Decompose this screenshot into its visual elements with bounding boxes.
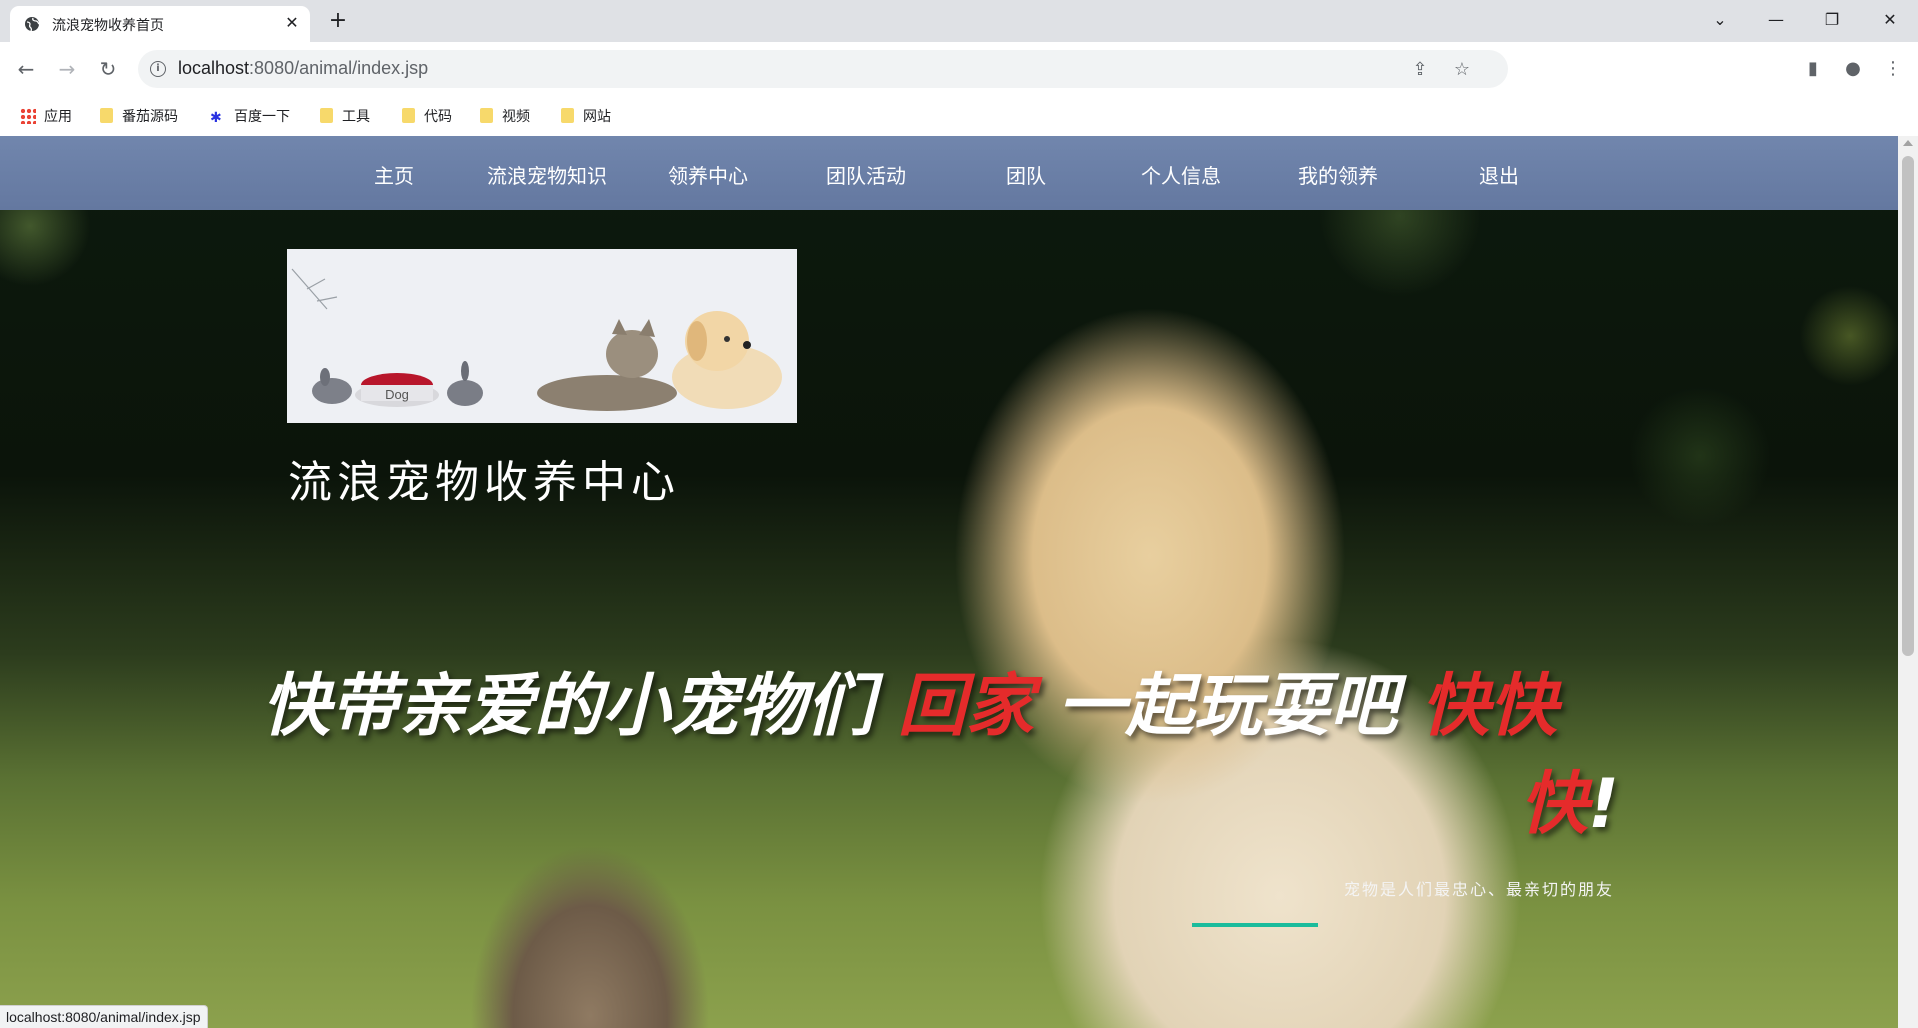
hero-subline: 宠物是人们最忠心、最亲切的朋友 [1344,880,1615,899]
side-panel-icon[interactable]: ▮ [1802,58,1824,80]
nav-team[interactable]: 团队 [1006,160,1046,189]
back-icon[interactable]: ← [14,57,38,81]
forward-icon[interactable]: → [55,57,79,81]
minimize-icon[interactable]: — [1756,6,1796,34]
slogan-highlight-quick2: 快 [1520,765,1589,844]
tab-title: 流浪宠物收养首页 [52,18,164,34]
nav-team-activities[interactable]: 团队活动 [826,160,906,189]
hero-slogan: 快带亲爱的小宠物们 回家 一起玩耍吧 快快 [262,666,1682,748]
bookmark-baidu[interactable]: ✱ 百度一下 [210,106,290,126]
globe-icon [25,17,40,32]
bookmark-sites[interactable]: 网站 [561,106,611,126]
browser-tab[interactable]: 流浪宠物收养首页 ✕ [10,6,310,42]
folder-icon [561,108,574,123]
site-title: 流浪宠物收养中心 [288,457,680,508]
nav-profile[interactable]: 个人信息 [1141,160,1221,189]
bookmark-tools[interactable]: 工具 [320,106,370,126]
nav-my-adoptions[interactable]: 我的领养 [1298,160,1378,189]
bookmark-label: 视频 [502,109,530,125]
bookmarks-bar: 应用 番茄源码 ✱ 百度一下 工具 代码 视频 网站 [0,96,1918,136]
bookmark-video[interactable]: 视频 [480,106,530,126]
bookmark-apps[interactable]: 应用 [20,106,72,126]
url-text[interactable]: localhost:8080/animal/index.jsp [178,58,428,79]
restore-icon[interactable]: ❐ [1812,6,1852,34]
bookmark-code[interactable]: 代码 [402,106,452,126]
accent-divider [1192,923,1318,927]
tab-search-icon[interactable]: ⌄ [1700,6,1740,34]
close-window-icon[interactable]: ✕ [1870,6,1910,34]
hero-slogan-line2: 快! [1520,748,1619,847]
nav-logout[interactable]: 退出 [1479,160,1519,189]
page-viewport: 主页 流浪宠物知识 领养中心 团队活动 团队 个人信息 我的领养 退出 Dog [0,136,1918,1028]
site-nav: 主页 流浪宠物知识 领养中心 团队活动 团队 个人信息 我的领养 退出 [0,136,1898,210]
slogan-highlight-home: 回家 [897,667,1034,746]
folder-icon [320,108,333,123]
paw-icon: ✱ [210,110,222,126]
bookmark-fanqie[interactable]: 番茄源码 [100,106,178,126]
new-tab-icon[interactable]: + [324,8,352,36]
nav-knowledge[interactable]: 流浪宠物知识 [487,160,607,189]
folder-icon [402,108,415,123]
slogan-part2: 一起玩耍吧 [1033,667,1422,746]
status-bar-url: localhost:8080/animal/index.jsp [0,1005,208,1028]
folder-icon [100,108,113,123]
slogan-highlight-quick: 快快 [1421,667,1558,746]
close-tab-icon[interactable]: ✕ [282,13,302,33]
slogan-exclaim: ! [1588,765,1620,844]
apps-icon [20,108,36,124]
pets-banner-image: Dog [287,249,797,423]
bookmark-label: 代码 [424,109,452,125]
bookmark-label: 番茄源码 [122,109,178,125]
share-icon[interactable]: ⇪ [1410,60,1430,80]
page-scrollbar[interactable] [1898,136,1918,1028]
site-info-icon[interactable]: i [150,61,166,77]
reload-icon[interactable]: ↻ [96,57,120,81]
menu-dots-icon[interactable]: ⋮ [1882,58,1904,80]
nav-adoption-center[interactable]: 领养中心 [668,160,748,189]
scroll-thumb[interactable] [1902,156,1914,656]
bookmark-label: 百度一下 [234,109,290,125]
pets-illustration: Dog [287,249,797,423]
dog-bowl-label: Dog [385,387,409,402]
bookmark-label: 应用 [44,109,72,125]
profile-icon[interactable]: ● [1842,58,1864,80]
folder-icon [480,108,493,123]
url-path: :8080/animal/index.jsp [249,58,429,78]
url-host: localhost [178,58,250,78]
slogan-part1: 快带亲爱的小宠物们 [262,667,898,746]
scroll-up-arrow-icon[interactable] [1903,140,1913,146]
bookmark-star-icon[interactable]: ☆ [1452,60,1472,80]
tab-strip: 流浪宠物收养首页 ✕ + ⌄ — ❐ ✕ [0,0,1918,42]
nav-home[interactable]: 主页 [374,160,414,189]
address-bar[interactable]: i localhost:8080/animal/index.jsp ⇪ ☆ [138,50,1508,88]
bookmark-label: 工具 [342,109,370,125]
bookmark-label: 网站 [583,109,611,125]
browser-toolbar: ← → ↻ i localhost:8080/animal/index.jsp … [0,42,1918,96]
